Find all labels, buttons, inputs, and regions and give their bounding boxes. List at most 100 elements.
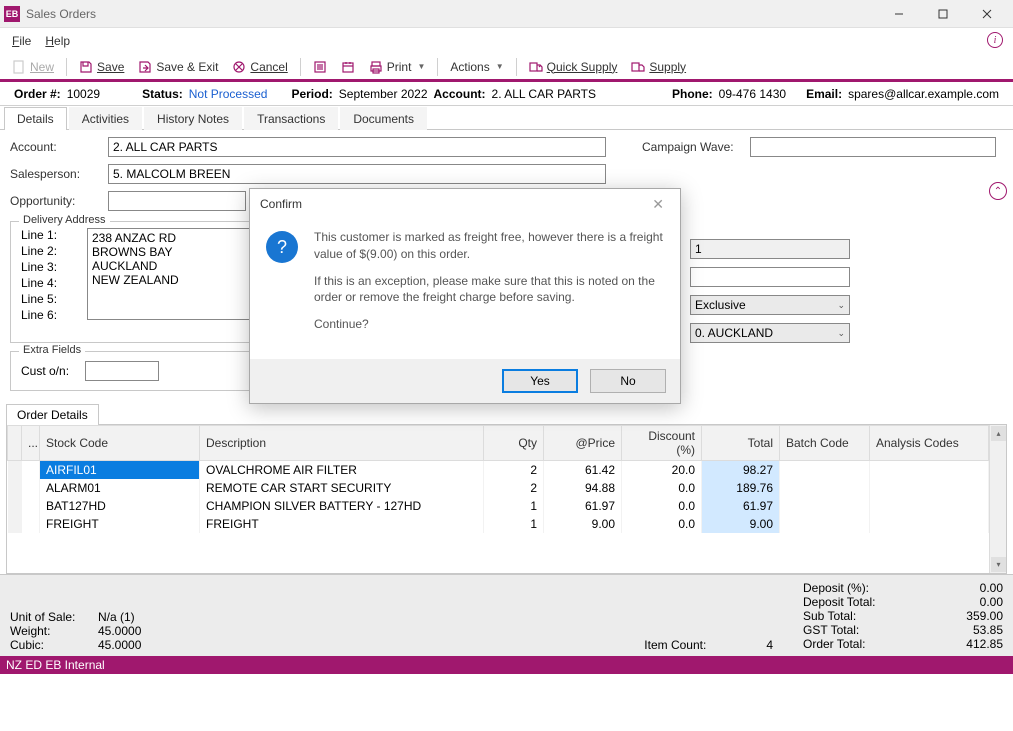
quick-supply-button[interactable]: Quick Supply <box>523 58 624 76</box>
grid-header-dots[interactable]: ... <box>22 426 40 461</box>
chevron-down-icon: ▼ <box>496 62 504 71</box>
title-bar: EB Sales Orders <box>0 0 1013 28</box>
table-row[interactable]: ALARM01 REMOTE CAR START SECURITY 2 94.8… <box>8 479 989 497</box>
right-qty-input[interactable] <box>690 239 850 259</box>
opportunity-input[interactable] <box>108 191 246 211</box>
delivery-address-text[interactable]: 238 ANZAC RD BROWNS BAY AUCKLAND NEW ZEA… <box>87 228 251 320</box>
salesperson-input[interactable] <box>108 164 606 184</box>
dialog-text-1: This customer is marked as freight free,… <box>314 229 664 263</box>
app-icon: EB <box>4 6 20 22</box>
weight-label: Weight: <box>10 624 90 638</box>
campaign-label: Campaign Wave: <box>642 140 742 154</box>
sub-label: Sub Total: <box>803 609 856 623</box>
gst-value: 53.85 <box>973 623 1003 637</box>
calendar-icon <box>341 60 355 74</box>
cubic-value: 45.0000 <box>98 638 141 652</box>
gst-label: GST Total: <box>803 623 859 637</box>
menu-file[interactable]: File <box>6 32 37 50</box>
line2-label: Line 2: <box>21 244 79 259</box>
dep-pct-label: Deposit (%): <box>803 581 869 595</box>
cancel-button[interactable]: Cancel <box>226 58 293 76</box>
tool-b-button[interactable] <box>335 58 361 76</box>
maximize-button[interactable] <box>921 0 965 28</box>
supply-button[interactable]: Supply <box>625 58 692 76</box>
account-hdr-label: Account: <box>434 87 486 101</box>
menu-help[interactable]: Help <box>39 32 76 50</box>
chevron-down-icon: ⌄ <box>837 328 845 339</box>
cubic-label: Cubic: <box>10 638 90 652</box>
grid-header-batch[interactable]: Batch Code <box>780 426 870 461</box>
collapse-icon[interactable]: ⌃ <box>989 182 1007 200</box>
order-details-tab[interactable]: Order Details <box>6 404 99 425</box>
info-bar: Order #: 10029 Status: Not Processed Per… <box>0 82 1013 106</box>
tab-history-notes[interactable]: History Notes <box>144 107 242 130</box>
tax-value: Exclusive <box>695 298 746 312</box>
save-icon <box>79 60 93 74</box>
account-input[interactable] <box>108 137 606 157</box>
salesperson-label: Salesperson: <box>10 167 100 181</box>
account-hdr-value: 2. ALL CAR PARTS <box>492 87 597 101</box>
scroll-up-icon[interactable]: ▴ <box>991 426 1006 441</box>
menu-bar: File Help i <box>0 28 1013 54</box>
print-label: Print <box>387 60 412 74</box>
summary-footer: Unit of Sale:N/a (1) Weight:45.0000 Cubi… <box>0 574 1013 656</box>
no-button[interactable]: No <box>590 369 666 393</box>
close-button[interactable] <box>965 0 1009 28</box>
campaign-input[interactable] <box>750 137 996 157</box>
status-value[interactable]: Not Processed <box>189 87 268 101</box>
weight-value: 45.0000 <box>98 624 141 638</box>
order-label: Order #: <box>14 87 61 101</box>
info-icon[interactable]: i <box>987 32 1003 48</box>
right-blank-input[interactable] <box>690 267 850 287</box>
table-row[interactable]: FREIGHT FREIGHT 1 9.00 0.0 9.00 <box>8 515 989 533</box>
tax-select[interactable]: Exclusive ⌄ <box>690 295 850 315</box>
table-row[interactable]: AIRFIL01 OVALCHROME AIR FILTER 2 61.42 2… <box>8 461 989 479</box>
tool-a-button[interactable] <box>307 58 333 76</box>
save-button[interactable]: Save <box>73 58 130 76</box>
tab-documents[interactable]: Documents <box>340 107 427 130</box>
dialog-text-3: Continue? <box>314 316 664 333</box>
question-icon: ? <box>266 231 298 263</box>
save-exit-button[interactable]: Save & Exit <box>132 58 224 76</box>
actions-button[interactable]: Actions ▼ <box>444 58 509 76</box>
window-title: Sales Orders <box>26 7 877 21</box>
location-select[interactable]: 0. AUCKLAND ⌄ <box>690 323 850 343</box>
email-label: Email: <box>806 87 842 101</box>
custon-input[interactable] <box>85 361 159 381</box>
grid-header-total[interactable]: Total <box>702 426 780 461</box>
grid-header-price[interactable]: @Price <box>544 426 622 461</box>
quick-supply-label: Quick Supply <box>547 60 618 74</box>
grid-scrollbar[interactable]: ▴ ▾ <box>989 425 1006 573</box>
actions-label: Actions <box>450 60 489 74</box>
line4-label: Line 4: <box>21 276 79 291</box>
list-icon <box>313 60 327 74</box>
status-label: Status: <box>142 87 183 101</box>
scroll-down-icon[interactable]: ▾ <box>991 557 1006 572</box>
grid-header-disc[interactable]: Discount (%) <box>622 426 702 461</box>
status-text: NZ ED EB Internal <box>6 658 105 672</box>
print-button[interactable]: Print ▼ <box>363 58 432 76</box>
minimize-button[interactable] <box>877 0 921 28</box>
yes-button[interactable]: Yes <box>502 369 578 393</box>
grid-header-anal[interactable]: Analysis Codes <box>870 426 989 461</box>
table-row[interactable]: BAT127HD CHAMPION SILVER BATTERY - 127HD… <box>8 497 989 515</box>
dep-tot-label: Deposit Total: <box>803 595 876 609</box>
phone-value: 09-476 1430 <box>719 87 786 101</box>
cancel-icon <box>232 60 246 74</box>
itemcount-label: Item Count: <box>644 638 706 652</box>
tab-transactions[interactable]: Transactions <box>244 107 338 130</box>
save-label: Save <box>97 60 124 74</box>
line5-label: Line 5: <box>21 292 79 307</box>
save-exit-label: Save & Exit <box>156 60 218 74</box>
grid-header-desc[interactable]: Description <box>200 426 484 461</box>
grid-header-stock[interactable]: Stock Code <box>40 426 200 461</box>
uos-label: Unit of Sale: <box>10 610 90 624</box>
email-value: spares@allcar.example.com <box>848 87 999 101</box>
grid-header-qty[interactable]: Qty <box>484 426 544 461</box>
tab-details[interactable]: Details <box>4 107 67 130</box>
tab-activities[interactable]: Activities <box>69 107 142 130</box>
chevron-down-icon: ▼ <box>417 62 425 71</box>
dialog-close-icon[interactable]: ✕ <box>646 194 670 215</box>
phone-label: Phone: <box>672 87 713 101</box>
grid-header-blank <box>8 426 22 461</box>
